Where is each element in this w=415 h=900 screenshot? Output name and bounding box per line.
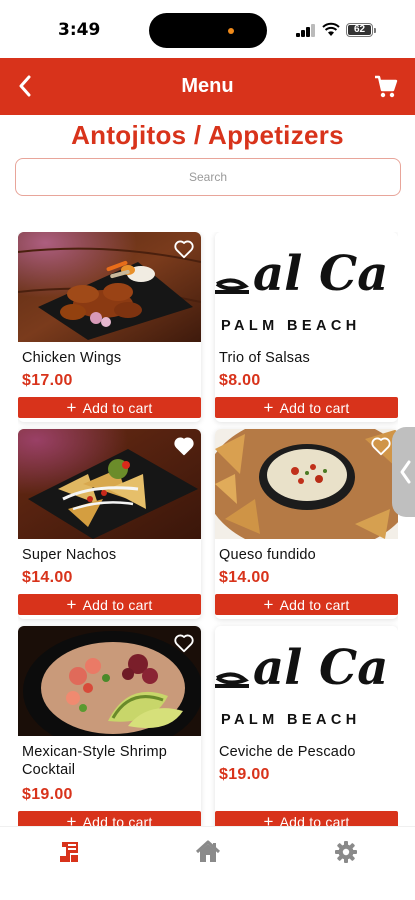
product-name: Super Nachos: [22, 547, 117, 563]
plus-icon: +: [263, 397, 274, 417]
bottom-nav: [0, 826, 415, 900]
favorite-heart-icon[interactable]: [173, 435, 195, 457]
menu-icon: [60, 842, 78, 862]
favorite-heart-icon[interactable]: [370, 435, 392, 457]
product-price: $19.00: [219, 766, 270, 783]
chevron-left-icon: [400, 460, 411, 484]
logo-subtitle: PALM BEACH: [221, 712, 361, 728]
plus-icon: +: [66, 397, 77, 417]
logo-subtitle: PALM BEACH: [221, 318, 361, 334]
favorite-heart-icon[interactable]: [173, 632, 195, 654]
product-card[interactable]: al Ca PALM BEACH Ceviche de Pescado $19.…: [215, 626, 398, 826]
nav-menu[interactable]: [55, 837, 85, 867]
nav-home[interactable]: [193, 837, 223, 867]
add-to-cart-button[interactable]: + Add to cart: [18, 811, 201, 826]
plus-icon: +: [263, 594, 274, 614]
side-drawer-handle[interactable]: [392, 427, 415, 517]
product-name: Ceviche de Pescado: [219, 744, 356, 760]
product-grid: Chicken Wings $17.00 + Add to cart al Ca …: [18, 232, 398, 826]
restaurant-logo-image: al Ca PALM BEACH: [215, 626, 398, 736]
product-price: $8.00: [219, 372, 261, 389]
cart-icon: [375, 75, 398, 98]
add-to-cart-button[interactable]: + Add to cart: [215, 811, 398, 826]
plus-icon: +: [66, 811, 77, 827]
plus-icon: +: [66, 594, 77, 614]
product-price: $19.00: [22, 786, 73, 803]
product-name: Chicken Wings: [22, 350, 122, 366]
nav-settings[interactable]: [331, 837, 361, 867]
status-time: 3:49: [58, 20, 101, 40]
status-bar: 3:49 62: [0, 0, 415, 58]
dynamic-island: [149, 13, 267, 48]
product-card[interactable]: al Ca PALM BEACH Trio of Salsas $8.00 + A…: [215, 232, 398, 422]
add-to-cart-button[interactable]: + Add to cart: [18, 594, 201, 615]
app-screen: 3:49 62 Menu Antojitos / Appetizers Sear…: [0, 0, 415, 900]
product-card[interactable]: Chicken Wings $17.00 + Add to cart: [18, 232, 201, 422]
product-price: $14.00: [219, 569, 270, 586]
search-input[interactable]: [15, 158, 401, 196]
add-to-cart-button[interactable]: + Add to cart: [18, 397, 201, 418]
header-title: Menu: [181, 75, 234, 97]
product-card[interactable]: Super Nachos $14.00 + Add to cart: [18, 429, 201, 619]
signal-icon: [296, 24, 316, 37]
home-icon: [195, 840, 221, 862]
product-name: Mexican-Style Shrimp Cocktail: [22, 744, 168, 778]
product-card[interactable]: Queso fundido $14.00 + Add to cart: [215, 429, 398, 619]
app-header: Menu: [0, 58, 415, 115]
battery-icon: 62: [346, 23, 373, 37]
restaurant-logo-image: al Ca PALM BEACH: [215, 232, 398, 342]
page-title: Antojitos / Appetizers: [71, 120, 344, 150]
svg-text:al Ca: al Ca: [253, 246, 388, 302]
product-price: $17.00: [22, 372, 73, 389]
add-to-cart-button[interactable]: + Add to cart: [215, 594, 398, 615]
product-price: $14.00: [22, 569, 73, 586]
product-name: Queso fundido: [219, 547, 316, 563]
plus-icon: +: [263, 811, 274, 827]
gear-icon: [335, 841, 357, 863]
battery-level: 62: [353, 24, 366, 35]
cart-button[interactable]: [371, 72, 401, 102]
product-card[interactable]: Mexican-Style Shrimp Cocktail $19.00 + Ad…: [18, 626, 201, 826]
add-to-cart-button[interactable]: + Add to cart: [215, 397, 398, 418]
favorite-heart-icon[interactable]: [173, 238, 195, 260]
svg-text:al Ca: al Ca: [253, 640, 388, 696]
product-name: Trio of Salsas: [219, 350, 310, 366]
wifi-icon: [322, 22, 340, 36]
